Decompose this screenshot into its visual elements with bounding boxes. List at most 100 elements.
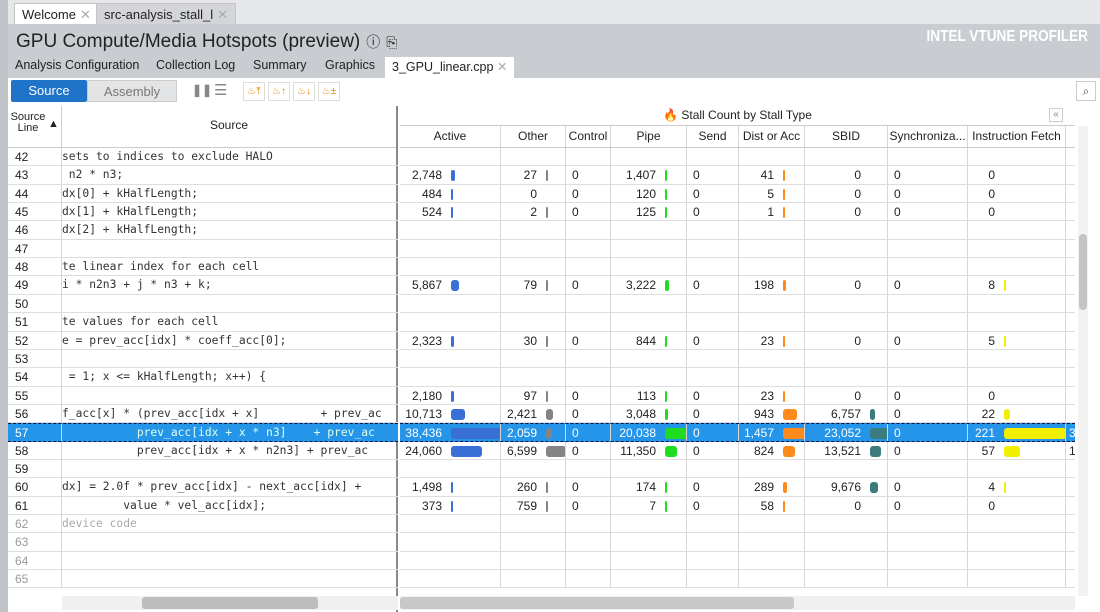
source-row[interactable]: 52 e = prev_acc[idx] * coeff_acc[0]; bbox=[8, 331, 398, 350]
vertical-scrollbar[interactable] bbox=[1078, 126, 1088, 596]
metric-row[interactable]: 2,748 27 0 1,407 0 41 0 0 0 bbox=[400, 166, 1075, 185]
source-row[interactable]: 58 prev_acc[idx + x * n2n3] + prev_ac bbox=[8, 441, 398, 460]
coldest-line-icon[interactable]: ♨± bbox=[318, 82, 340, 101]
scrollbar-thumb[interactable] bbox=[400, 597, 794, 609]
metric-row[interactable] bbox=[400, 148, 1075, 167]
metric-row[interactable]: 38,436 2,059 0 20,038 0 1,457 23,052 0 221 3 bbox=[400, 423, 1075, 442]
metric-value: 0 bbox=[693, 333, 700, 348]
cell-sbid: 0 bbox=[805, 386, 888, 404]
tab-analysis-configuration[interactable]: Analysis Configuration bbox=[15, 58, 139, 72]
metric-row[interactable]: 5,867 79 0 3,222 0 198 0 0 8 bbox=[400, 276, 1075, 295]
column-header-control[interactable]: Control bbox=[566, 126, 611, 147]
cell-pipe: 174 bbox=[611, 478, 687, 496]
source-view-button[interactable]: Source bbox=[11, 80, 87, 102]
cell-active bbox=[400, 533, 501, 551]
metric-row[interactable] bbox=[400, 459, 1075, 479]
metric-row[interactable] bbox=[400, 533, 1075, 552]
column-header-synchroniza[interactable]: Synchroniza... bbox=[888, 126, 968, 147]
metric-row[interactable] bbox=[400, 221, 1075, 240]
source-row[interactable]: 55 bbox=[8, 386, 398, 405]
cell-synchroniza bbox=[888, 551, 968, 570]
column-header-sbid[interactable]: SBID bbox=[805, 126, 888, 147]
metric-row[interactable] bbox=[400, 570, 1075, 589]
source-header[interactable]: Source bbox=[62, 106, 396, 148]
close-icon[interactable]: ✕ bbox=[80, 7, 91, 22]
collapse-icon[interactable]: « bbox=[1049, 108, 1063, 122]
source-row[interactable]: 45 dx[1] + kHalfLength; bbox=[8, 203, 398, 222]
source-row[interactable]: 64 bbox=[8, 551, 398, 571]
source-row[interactable]: 49 i * n2n3 + j * n3 + k; bbox=[8, 276, 398, 295]
metric-row[interactable] bbox=[400, 294, 1075, 314]
close-icon[interactable]: ✕ bbox=[497, 60, 507, 74]
metric-row[interactable]: 524 2 0 125 0 1 0 0 0 bbox=[400, 203, 1075, 222]
source-line-header[interactable]: Source Line ▲ bbox=[8, 106, 62, 148]
tab-graphics[interactable]: Graphics bbox=[325, 58, 375, 72]
metric-row[interactable]: 373 759 0 7 0 58 0 0 0 bbox=[400, 496, 1075, 516]
metric-bar bbox=[870, 482, 878, 494]
tab-summary[interactable]: Summary bbox=[253, 58, 306, 72]
source-row[interactable]: 60 dx] = 2.0f * prev_acc[idx] - next_acc[… bbox=[8, 478, 398, 497]
metric-row[interactable]: 24,060 6,599 0 11,350 0 824 13,521 0 57 1 bbox=[400, 441, 1075, 460]
column-header-pipe[interactable]: Pipe bbox=[611, 126, 687, 147]
source-row[interactable]: 51 te values for each cell bbox=[8, 313, 398, 332]
source-row[interactable]: 65 bbox=[8, 570, 398, 589]
source-row[interactable]: 54 = 1; x <= kHalfLength; x++) { bbox=[8, 368, 398, 387]
cell-send bbox=[687, 515, 739, 533]
metric-row[interactable]: 484 0 0 120 0 5 0 0 0 bbox=[400, 184, 1075, 204]
source-row[interactable]: 63 bbox=[8, 533, 398, 552]
metric-value: 3,048 bbox=[625, 406, 656, 421]
doc-tab-result[interactable]: src-analysis_stall_l ✕ bbox=[96, 3, 236, 24]
tab-source-file[interactable]: 3_GPU_linear.cpp ✕ bbox=[385, 57, 515, 78]
column-header-send[interactable]: Send bbox=[687, 126, 739, 147]
source-row[interactable]: 56 f_acc[x] * (prev_acc[idx + x] + prev_a… bbox=[8, 404, 398, 424]
doc-tab-welcome[interactable]: Welcome ✕ bbox=[14, 3, 99, 24]
horizontal-scrollbar[interactable] bbox=[62, 596, 398, 610]
source-row[interactable]: 50 bbox=[8, 294, 398, 314]
source-row[interactable]: 59 bbox=[8, 459, 398, 479]
column-header-dist-or-acc[interactable]: Dist or Acc bbox=[739, 126, 805, 147]
config-icon[interactable]: ⎘ bbox=[386, 34, 397, 50]
column-header-instruction-fetch[interactable]: Instruction Fetch bbox=[968, 126, 1066, 147]
source-row[interactable]: 46 dx[2] + kHalfLength; bbox=[8, 221, 398, 240]
cell-send: 0 bbox=[687, 166, 739, 184]
split-horizontal-icon[interactable]: ☰ bbox=[214, 81, 227, 99]
metric-row[interactable]: 2,180 97 0 113 0 23 0 0 0 bbox=[400, 386, 1075, 405]
metric-row[interactable]: 1,498 260 0 174 0 289 9,676 0 4 bbox=[400, 478, 1075, 497]
assembly-view-button[interactable]: Assembly bbox=[87, 80, 177, 102]
tab-collection-log[interactable]: Collection Log bbox=[156, 58, 235, 72]
column-header-overflow[interactable] bbox=[1066, 126, 1078, 147]
source-row[interactable]: 43 n2 * n3; bbox=[8, 166, 398, 185]
source-row[interactable]: 62 device code bbox=[8, 515, 398, 534]
search-icon[interactable]: ⌕ bbox=[1076, 81, 1096, 101]
help-icon[interactable]: ⓘ bbox=[366, 34, 380, 50]
metric-row[interactable] bbox=[400, 349, 1075, 369]
metric-row[interactable]: 10,713 2,421 0 3,048 0 943 6,757 0 22 bbox=[400, 404, 1075, 424]
metric-row[interactable] bbox=[400, 368, 1075, 387]
hottest-line-icon[interactable]: ♨⤒ bbox=[243, 82, 265, 101]
source-row[interactable]: 48 te linear index for each cell bbox=[8, 258, 398, 277]
source-row[interactable]: 44 dx[0] + kHalfLength; bbox=[8, 184, 398, 204]
cell-sbid bbox=[805, 368, 888, 386]
metric-row[interactable] bbox=[400, 258, 1075, 277]
cell-instruction-fetch bbox=[968, 148, 1066, 166]
close-icon[interactable]: ✕ bbox=[217, 7, 228, 22]
metric-row[interactable] bbox=[400, 515, 1075, 534]
scrollbar-thumb[interactable] bbox=[1079, 234, 1087, 310]
split-vertical-icon[interactable]: ❚❚ bbox=[192, 83, 212, 97]
source-row[interactable]: 57 prev_acc[idx + x * n3] + prev_ac bbox=[8, 423, 398, 442]
source-row[interactable]: 53 bbox=[8, 349, 398, 369]
horizontal-scrollbar[interactable] bbox=[400, 596, 1075, 610]
source-row[interactable]: 61 value * vel_acc[idx]; bbox=[8, 496, 398, 516]
cell-other bbox=[501, 258, 566, 276]
source-row[interactable]: 42 sets to indices to exclude HALO bbox=[8, 148, 398, 167]
metric-row[interactable] bbox=[400, 239, 1075, 259]
metric-row[interactable] bbox=[400, 551, 1075, 571]
metric-row[interactable]: 2,323 30 0 844 0 23 0 0 5 bbox=[400, 331, 1075, 350]
scrollbar-thumb[interactable] bbox=[142, 597, 318, 609]
metric-row[interactable] bbox=[400, 313, 1075, 332]
previous-hot-icon[interactable]: ♨↑ bbox=[268, 82, 290, 101]
next-hot-icon[interactable]: ♨↓ bbox=[293, 82, 315, 101]
column-header-other[interactable]: Other bbox=[501, 126, 566, 147]
source-row[interactable]: 47 bbox=[8, 239, 398, 259]
column-header-active[interactable]: Active bbox=[400, 126, 501, 147]
